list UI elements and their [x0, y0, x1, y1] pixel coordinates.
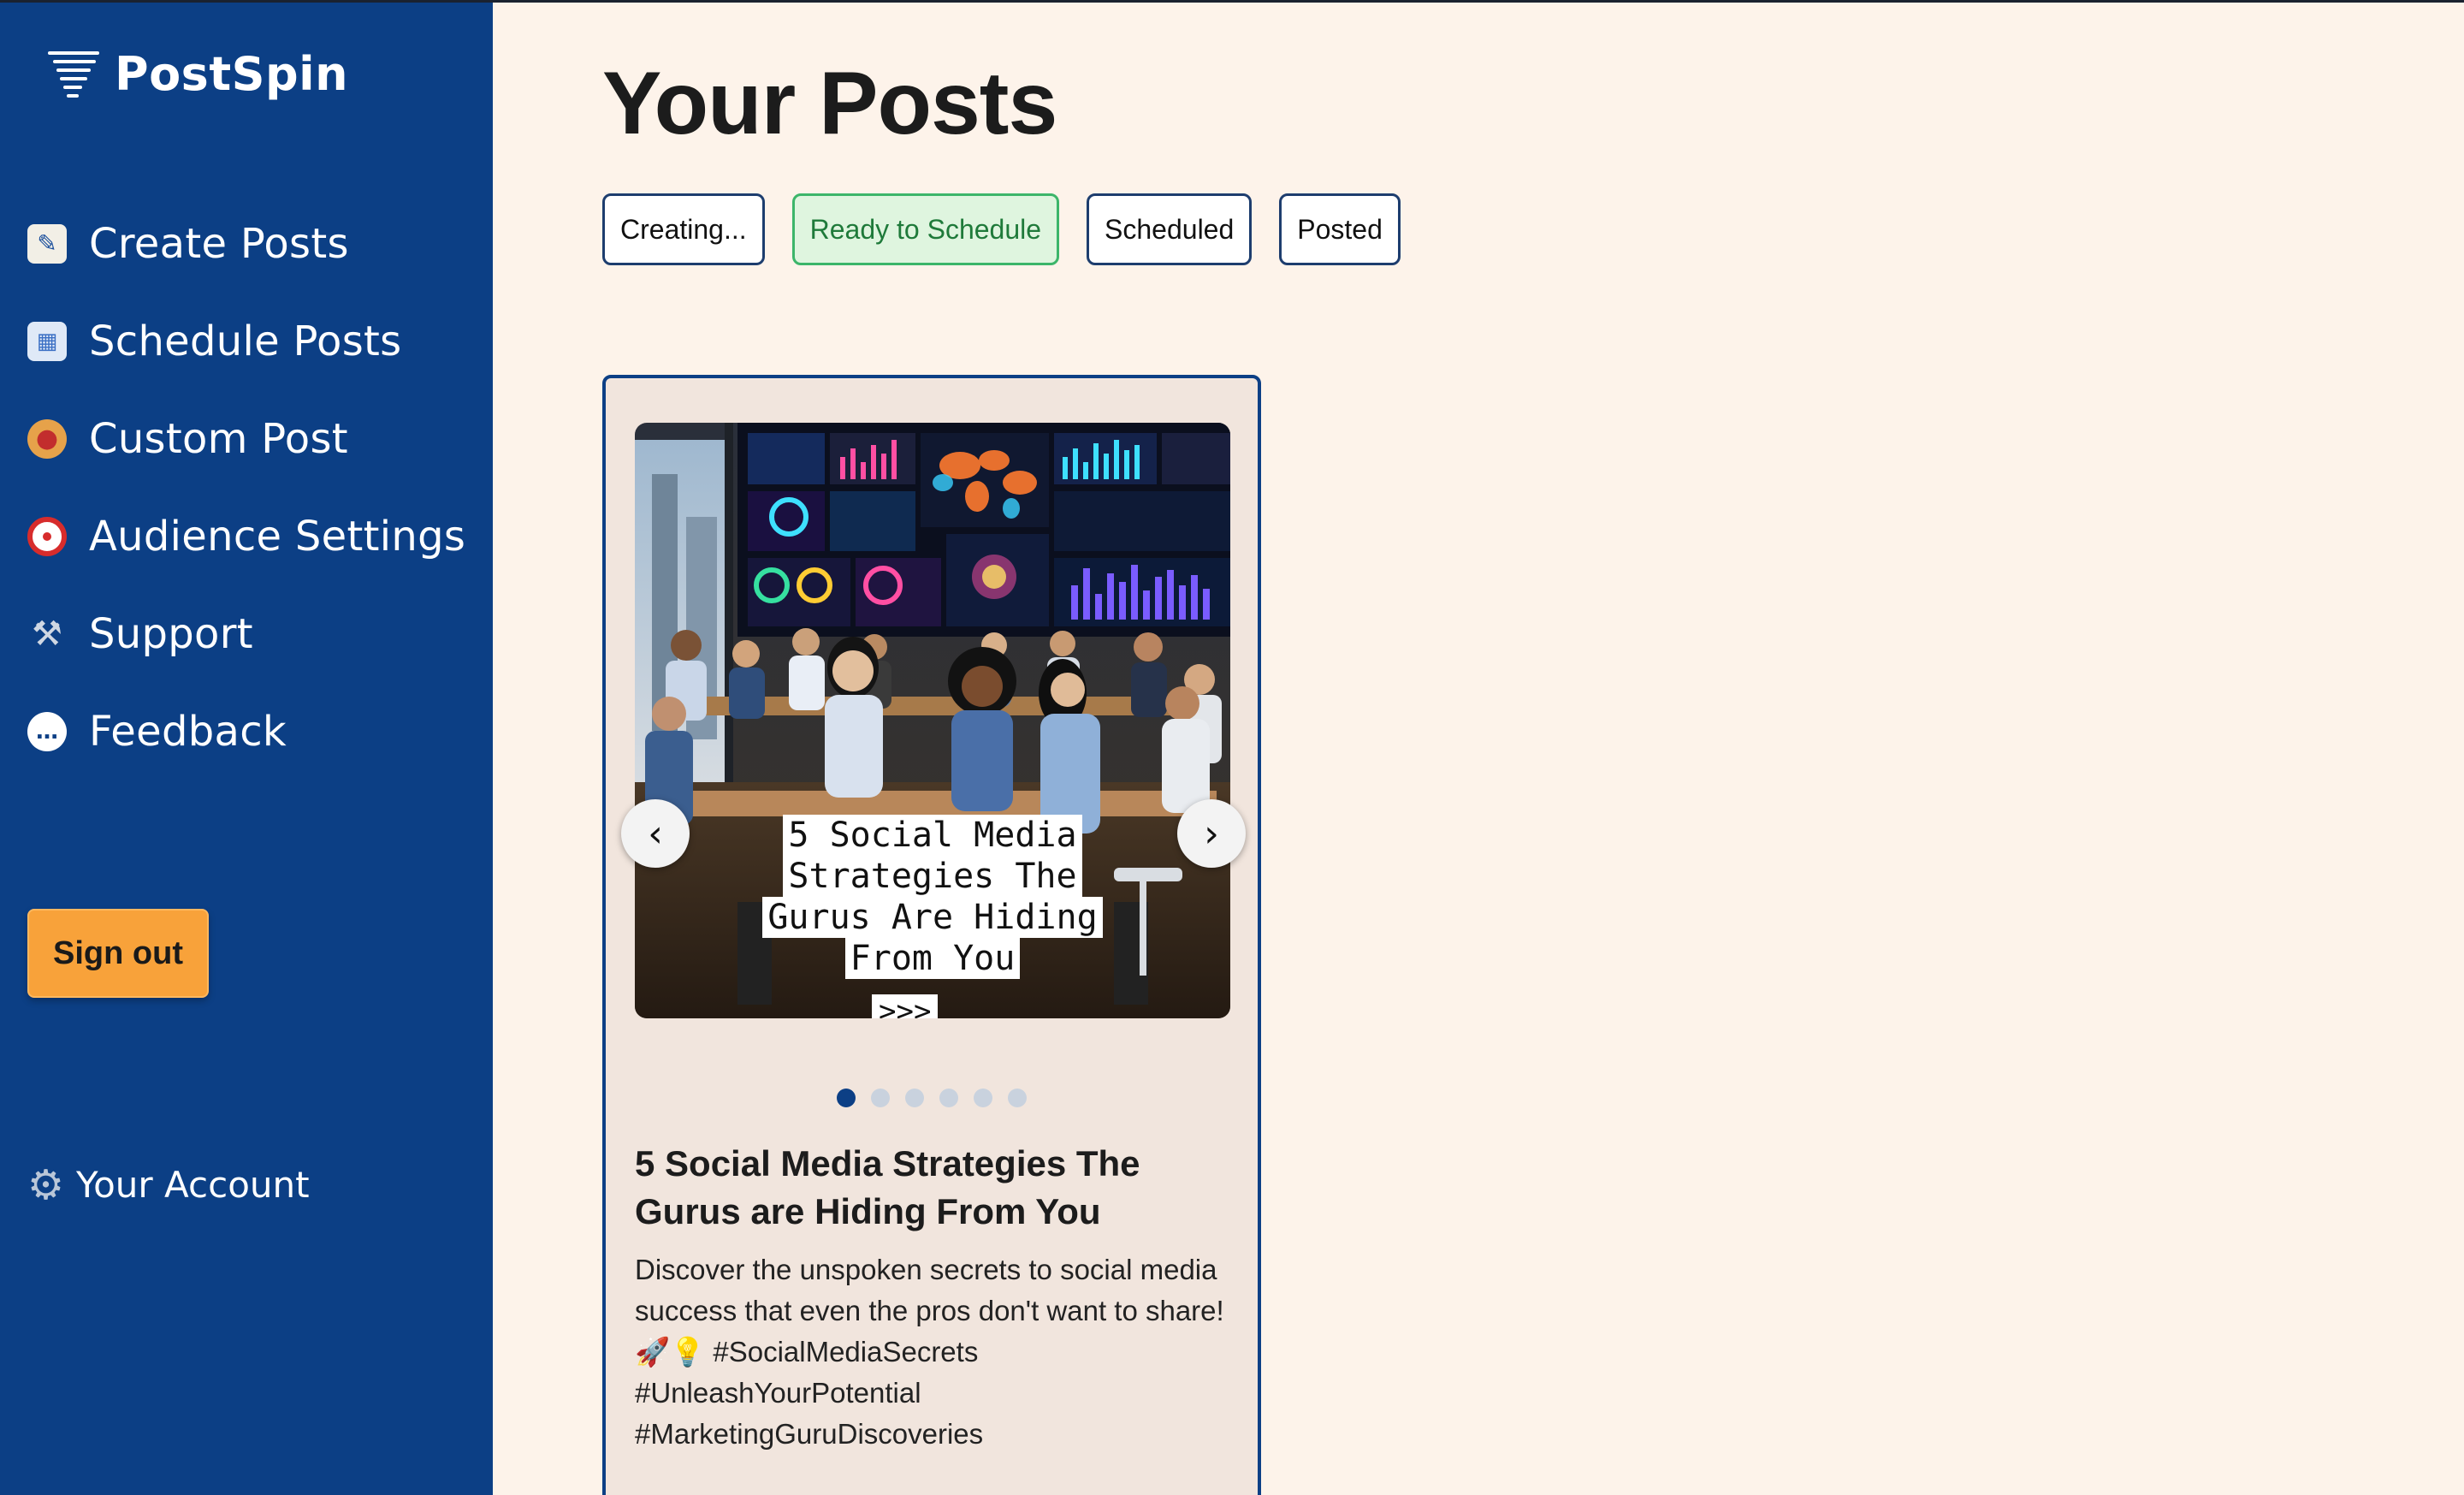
carousel-dot[interactable] — [974, 1089, 992, 1107]
carousel-dot[interactable] — [905, 1089, 924, 1107]
sidebar-item-label: Create Posts — [89, 220, 349, 268]
tab-scheduled[interactable]: Scheduled — [1087, 193, 1253, 265]
carousel-dots — [837, 1089, 1042, 1107]
gear-icon: ⚙ — [27, 1160, 65, 1209]
sidebar-item-custom-post[interactable]: ● Custom Post — [27, 390, 465, 488]
post-carousel-image: 5 Social Media Strategies The Gurus Are … — [635, 423, 1230, 1018]
sidebar-item-support[interactable]: ⚒ Support — [27, 585, 465, 683]
carousel-next-button[interactable]: › — [1177, 799, 1246, 868]
carousel-dot[interactable] — [1008, 1089, 1027, 1107]
sidebar-nav: ✎ Create Posts ▦ Schedule Posts ● Custom… — [27, 195, 465, 780]
sidebar-item-label: Support — [89, 610, 253, 658]
caption-line: 5 Social Media — [783, 815, 1082, 856]
carousel-dot[interactable] — [837, 1089, 856, 1107]
carousel-dot[interactable] — [939, 1089, 958, 1107]
tornado-logo-icon — [48, 51, 99, 98]
sign-out-button[interactable]: Sign out — [27, 909, 209, 998]
sidebar-item-schedule-posts[interactable]: ▦ Schedule Posts — [27, 293, 465, 390]
target-icon — [27, 517, 67, 556]
sidebar-item-label: Audience Settings — [89, 513, 466, 561]
status-tabs: Creating... Ready to Schedule Scheduled … — [602, 193, 1428, 265]
sidebar-item-audience-settings[interactable]: Audience Settings — [27, 488, 465, 585]
tab-posted[interactable]: Posted — [1279, 193, 1401, 265]
palette-icon: ● — [27, 419, 67, 459]
chevron-right-icon: › — [1204, 811, 1219, 856]
chevron-left-icon: ‹ — [648, 811, 663, 856]
page-title: Your Posts — [602, 54, 1057, 153]
your-account-link[interactable]: ⚙ Your Account — [27, 1164, 310, 1206]
account-label: Your Account — [76, 1164, 310, 1206]
caption-line: Gurus Are Hiding — [762, 897, 1103, 938]
brand[interactable]: PostSpin — [46, 46, 348, 101]
carousel-prev-button[interactable]: ‹ — [621, 799, 690, 868]
memo-icon: ✎ — [27, 224, 67, 264]
tab-creating[interactable]: Creating... — [602, 193, 765, 265]
caption-line: From You — [844, 938, 1021, 979]
calendar-icon: ▦ — [27, 322, 67, 361]
caption-line: Strategies The — [783, 856, 1082, 897]
sidebar-item-label: Custom Post — [89, 415, 348, 463]
sidebar-item-feedback[interactable]: … Feedback — [27, 683, 465, 780]
carousel-dot[interactable] — [871, 1089, 890, 1107]
speech-bubble-icon: … — [27, 712, 67, 751]
image-caption: 5 Social Media Strategies The Gurus Are … — [635, 815, 1230, 979]
app-name: PostSpin — [115, 46, 349, 101]
sidebar-item-label: Schedule Posts — [89, 317, 402, 365]
post-description: Discover the unspoken secrets to social … — [635, 1254, 1224, 1450]
tools-icon: ⚒ — [32, 614, 62, 654]
post-title: 5 Social Media Strategies The Gurus are … — [635, 1143, 1140, 1231]
tab-ready-to-schedule[interactable]: Ready to Schedule — [791, 193, 1060, 265]
sidebar-item-label: Feedback — [89, 708, 287, 756]
sidebar-item-create-posts[interactable]: ✎ Create Posts — [27, 195, 465, 293]
sidebar: PostSpin ✎ Create Posts ▦ Schedule Posts… — [0, 0, 493, 1495]
image-more-indicator: >>> — [872, 994, 939, 1018]
post-card: 5 Social Media Strategies The Gurus Are … — [602, 375, 1261, 1495]
window-top-border — [0, 0, 2464, 3]
